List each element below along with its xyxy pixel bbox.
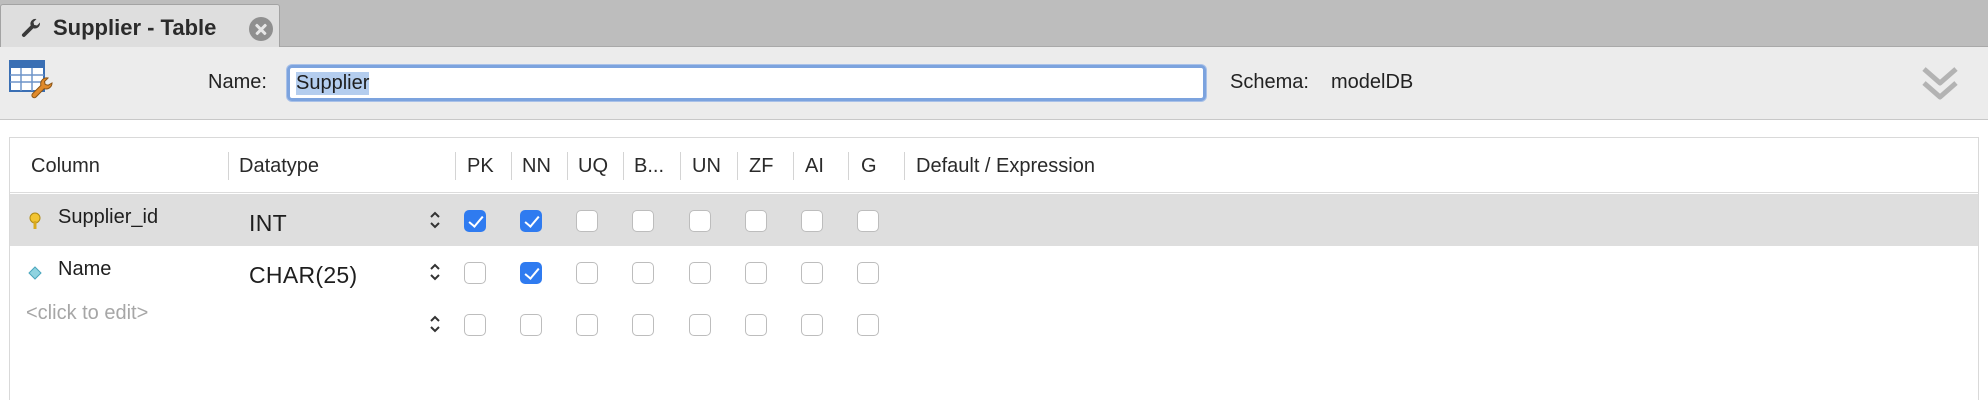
- zf-checkbox[interactable]: [745, 262, 767, 284]
- ai-checkbox[interactable]: [801, 314, 823, 336]
- header-separator: [567, 152, 568, 180]
- header-zf[interactable]: ZF: [749, 155, 773, 178]
- header-separator: [511, 152, 512, 180]
- header-separator: [904, 152, 905, 180]
- g-checkbox[interactable]: [857, 314, 879, 336]
- header-datatype[interactable]: Datatype: [239, 155, 319, 178]
- click-to-edit-placeholder[interactable]: <click to edit>: [26, 302, 148, 325]
- pk-checkbox[interactable]: [464, 314, 486, 336]
- pk-checkbox[interactable]: [464, 262, 486, 284]
- column-name[interactable]: Name: [58, 258, 111, 281]
- header-separator: [737, 152, 738, 180]
- double-chevron-down-icon[interactable]: [1920, 63, 1960, 103]
- primary-key-icon: [29, 212, 41, 229]
- header-separator: [623, 152, 624, 180]
- table-edit-icon: [9, 60, 53, 99]
- header-pk[interactable]: PK: [467, 155, 494, 178]
- header-separator: [455, 152, 456, 180]
- g-checkbox[interactable]: [857, 262, 879, 284]
- column-datatype[interactable]: CHAR(25): [249, 262, 357, 289]
- tab-supplier-table[interactable]: Supplier - Table: [0, 4, 280, 47]
- name-label: Name:: [208, 71, 267, 93]
- table-name-input[interactable]: Supplier: [287, 65, 1206, 101]
- schema-label: Schema:: [1230, 71, 1309, 93]
- binary-checkbox[interactable]: [632, 314, 654, 336]
- header-nn[interactable]: NN: [522, 155, 551, 178]
- binary-checkbox[interactable]: [632, 262, 654, 284]
- zf-checkbox[interactable]: [745, 210, 767, 232]
- header-uq[interactable]: UQ: [578, 155, 608, 178]
- close-icon[interactable]: [249, 17, 273, 41]
- header-separator: [848, 152, 849, 180]
- datatype-stepper-icon[interactable]: [426, 261, 444, 283]
- nn-checkbox[interactable]: [520, 262, 542, 284]
- wrench-icon: [21, 18, 40, 37]
- header-un[interactable]: UN: [692, 155, 721, 178]
- schema-value: modelDB: [1331, 71, 1414, 93]
- header-ai[interactable]: AI: [805, 155, 824, 178]
- binary-checkbox[interactable]: [632, 210, 654, 232]
- table-name-value: Supplier: [296, 71, 370, 95]
- header-column[interactable]: Column: [31, 155, 100, 178]
- un-checkbox[interactable]: [689, 262, 711, 284]
- header-separator: [793, 152, 794, 180]
- header-binary[interactable]: B...: [634, 155, 664, 178]
- header-g[interactable]: G: [861, 155, 877, 178]
- g-checkbox[interactable]: [857, 210, 879, 232]
- columns-grid: Column Datatype PK NN UQ B... UN ZF AI G…: [9, 137, 1979, 400]
- pk-checkbox[interactable]: [464, 210, 486, 232]
- zf-checkbox[interactable]: [745, 314, 767, 336]
- nn-checkbox[interactable]: [520, 210, 542, 232]
- uq-checkbox[interactable]: [576, 210, 598, 232]
- datatype-stepper-icon[interactable]: [426, 209, 444, 231]
- table-editor-header: Name: Supplier Schema: modelDB: [0, 47, 1988, 120]
- header-default-expression[interactable]: Default / Expression: [916, 155, 1095, 178]
- grid-header: Column Datatype PK NN UQ B... UN ZF AI G…: [10, 138, 1978, 193]
- column-name[interactable]: Supplier_id: [58, 206, 158, 229]
- header-separator: [228, 152, 229, 180]
- table-row[interactable]: Supplier_id INT: [10, 194, 1978, 246]
- un-checkbox[interactable]: [689, 314, 711, 336]
- table-row[interactable]: Name CHAR(25): [10, 246, 1978, 298]
- column-diamond-icon: [28, 266, 42, 280]
- tab-bar: Supplier - Table: [0, 0, 1988, 47]
- tab-title: Supplier - Table: [53, 15, 217, 40]
- column-datatype[interactable]: INT: [249, 210, 287, 237]
- ai-checkbox[interactable]: [801, 262, 823, 284]
- uq-checkbox[interactable]: [576, 314, 598, 336]
- table-row-new[interactable]: <click to edit>: [10, 298, 1978, 350]
- un-checkbox[interactable]: [689, 210, 711, 232]
- uq-checkbox[interactable]: [576, 262, 598, 284]
- datatype-stepper-icon[interactable]: [426, 313, 444, 335]
- ai-checkbox[interactable]: [801, 210, 823, 232]
- nn-checkbox[interactable]: [520, 314, 542, 336]
- header-separator: [680, 152, 681, 180]
